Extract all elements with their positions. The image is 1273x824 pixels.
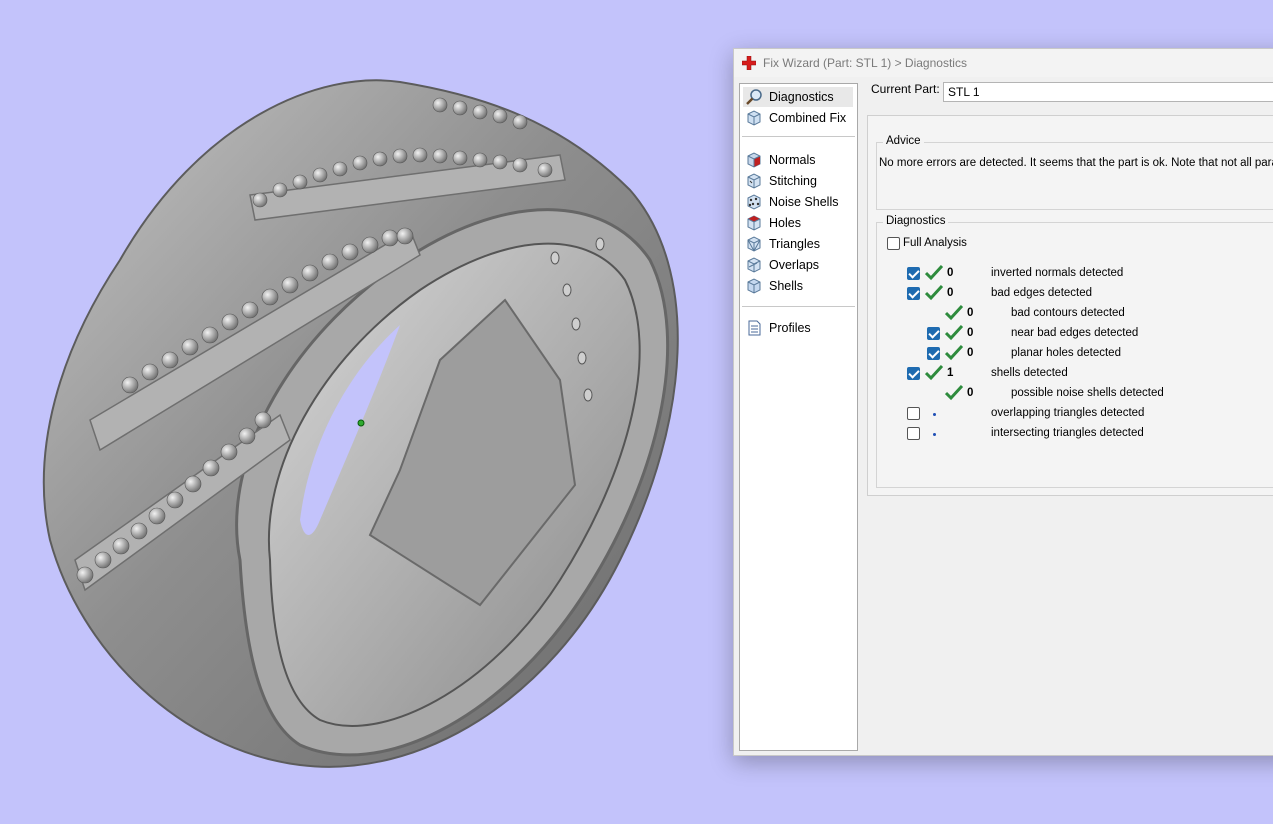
row-label: intersecting triangles detected (991, 427, 1144, 439)
row-count: 0 (967, 347, 974, 359)
current-part-field[interactable]: STL 1 (943, 82, 1273, 102)
nav-item-stitching[interactable]: Stitching (743, 171, 853, 191)
nav-label-shells: Shells (769, 279, 804, 293)
check-icon (945, 325, 963, 341)
shells-cube-icon (747, 278, 761, 294)
row-count: 0 (947, 287, 954, 299)
diag-row-planar-holes: 0 planar holes detected (868, 345, 1273, 363)
full-analysis-checkbox[interactable] (887, 237, 900, 250)
nav-label-combined-fix: Combined Fix (769, 111, 847, 125)
row-count: 0 (947, 267, 954, 279)
nav-label-overlaps: Overlaps (769, 258, 820, 272)
full-analysis-label: Full Analysis (903, 237, 967, 249)
row-count: 0 (967, 327, 974, 339)
row-label: near bad edges detected (1011, 327, 1139, 339)
nav-item-triangles[interactable]: Triangles (743, 234, 853, 254)
holes-cube-icon (747, 215, 761, 231)
diagnostics-panel: Advice No more errors are detected. It s… (867, 115, 1273, 496)
nav-label-triangles: Triangles (769, 237, 820, 251)
nav-item-holes[interactable]: Holes (743, 213, 853, 233)
row-count: 1 (947, 367, 954, 379)
nav-item-diagnostics[interactable]: Diagnostics (743, 87, 853, 107)
normals-cube-icon (747, 152, 761, 168)
nav-item-overlaps[interactable]: Overlaps (743, 255, 853, 275)
overlaps-cube-icon (747, 257, 761, 273)
row-checkbox[interactable] (907, 267, 920, 280)
diagnostics-title: Diagnostics (883, 215, 949, 227)
row-checkbox[interactable] (907, 367, 920, 380)
pending-dot-icon (933, 433, 936, 436)
row-checkbox[interactable] (927, 347, 940, 360)
nav-label-holes: Holes (769, 216, 801, 230)
check-icon (925, 285, 943, 301)
nav-label-noise-shells: Noise Shells (769, 195, 839, 209)
nav-item-shells[interactable]: Shells (743, 276, 853, 296)
document-icon (748, 320, 761, 336)
current-part-label: Current Part: (871, 82, 940, 96)
advice-title: Advice (883, 135, 924, 147)
nav-item-normals[interactable]: Normals (743, 150, 853, 170)
magnifier-icon (746, 89, 762, 105)
diag-row-bad-contours: 0 bad contours detected (868, 305, 1273, 323)
diag-row-shells: 1 shells detected (868, 365, 1273, 383)
check-icon (925, 265, 943, 281)
row-checkbox[interactable] (907, 287, 920, 300)
row-label: bad edges detected (991, 287, 1093, 299)
title-bar[interactable]: Fix Wizard (Part: STL 1) > Diagnostics (734, 49, 1273, 77)
app-cross-icon (742, 56, 756, 70)
nav-item-noise-shells[interactable]: Noise Shells (743, 192, 853, 212)
row-label: overlapping triangles detected (991, 407, 1145, 419)
nav-panel: Diagnostics Combined Fix Normals Stitchi… (739, 83, 858, 751)
cube-icon (747, 110, 761, 126)
advice-group: Advice (876, 135, 1273, 210)
nav-item-combined-fix[interactable]: Combined Fix (743, 108, 853, 128)
diag-row-inverted-normals: 0 inverted normals detected (868, 265, 1273, 283)
row-checkbox[interactable] (927, 327, 940, 340)
nav-divider (742, 306, 855, 307)
noise-shells-icon (747, 194, 761, 210)
row-label: possible noise shells detected (1011, 387, 1164, 399)
row-label: shells detected (991, 367, 1068, 379)
diag-row-noise-shells: 0 possible noise shells detected (868, 385, 1273, 403)
check-icon (945, 345, 963, 361)
advice-text: No more errors are detected. It seems th… (879, 157, 1273, 169)
diag-row-intersecting-triangles: intersecting triangles detected (868, 425, 1273, 443)
diag-row-overlapping-triangles: overlapping triangles detected (868, 405, 1273, 423)
row-checkbox[interactable] (907, 427, 920, 440)
check-icon (945, 305, 963, 321)
row-count: 0 (967, 307, 974, 319)
row-checkbox[interactable] (907, 407, 920, 420)
nav-divider (742, 136, 855, 137)
row-label: planar holes detected (1011, 347, 1121, 359)
diag-row-bad-edges: 0 bad edges detected (868, 285, 1273, 303)
row-label: inverted normals detected (991, 267, 1124, 279)
nav-label-stitching: Stitching (769, 174, 817, 188)
window-title: Fix Wizard (Part: STL 1) > Diagnostics (763, 56, 967, 70)
diag-row-near-bad-edges: 0 near bad edges detected (868, 325, 1273, 343)
fix-wizard-dialog: Fix Wizard (Part: STL 1) > Diagnostics D… (733, 48, 1273, 756)
nav-label-diagnostics: Diagnostics (769, 90, 834, 104)
nav-label-normals: Normals (769, 153, 816, 167)
row-count: 0 (967, 387, 974, 399)
check-icon (945, 385, 963, 401)
nav-item-profiles[interactable]: Profiles (743, 318, 853, 338)
pivot-marker (357, 419, 365, 427)
pending-dot-icon (933, 413, 936, 416)
check-icon (925, 365, 943, 381)
triangles-cube-icon (747, 236, 761, 252)
nav-label-profiles: Profiles (769, 321, 811, 335)
stitching-cube-icon (747, 173, 761, 189)
row-label: bad contours detected (1011, 307, 1125, 319)
